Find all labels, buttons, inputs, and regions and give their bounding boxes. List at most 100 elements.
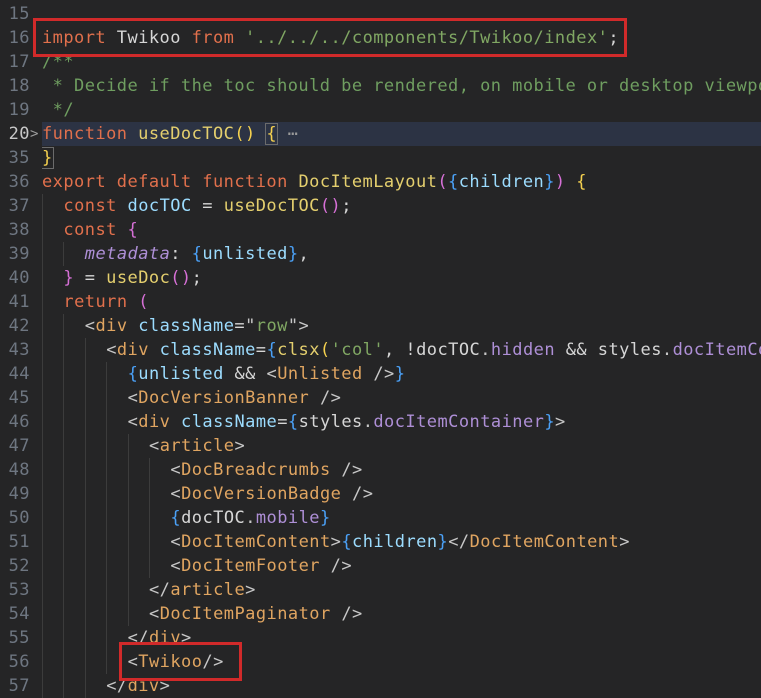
code-line-content[interactable]: */ <box>42 98 761 122</box>
code-token: DocItemFooter <box>181 556 320 576</box>
line-number[interactable]: 41 <box>0 290 30 314</box>
line-number[interactable]: 15 <box>0 2 30 26</box>
code-token: docItemCol <box>673 340 761 360</box>
code-line-content[interactable]: {docTOC.mobile} <box>42 506 761 530</box>
code-token: styles <box>299 412 363 432</box>
code-token: ⋯ <box>277 124 298 144</box>
line-number[interactable]: 20 <box>0 122 30 146</box>
code-line-content[interactable]: <article> <box>42 434 761 458</box>
code-line-content[interactable]: <DocItemFooter /> <box>42 554 761 578</box>
code-line-content[interactable]: </div> <box>42 674 761 698</box>
code-line-content[interactable]: export default function DocItemLayout({c… <box>42 170 761 194</box>
code-token: > <box>234 436 245 456</box>
code-line: 17 /** <box>0 50 761 74</box>
indent-guide <box>149 458 150 482</box>
line-number[interactable]: 43 <box>0 338 30 362</box>
code-line-content[interactable]: const { <box>42 218 761 242</box>
code-line-content[interactable]: <DocBreadcrumbs /> <box>42 458 761 482</box>
line-number[interactable]: 50 <box>0 506 30 530</box>
code-line-content[interactable]: return ( <box>42 290 761 314</box>
indent-guide <box>42 218 43 242</box>
code-token: DocVersionBadge <box>181 484 341 504</box>
code-line-content[interactable]: function useDocTOC() { ⋯ <box>42 122 761 146</box>
code-line: 47 <article> <box>0 434 761 458</box>
line-number[interactable]: 18 <box>0 74 30 98</box>
code-token: useDoc <box>106 268 170 288</box>
code-token <box>331 604 342 624</box>
line-number[interactable]: 52 <box>0 554 30 578</box>
code-line-content[interactable]: import Twikoo from '../../../components/… <box>42 26 761 50</box>
code-line-content[interactable]: <DocVersionBanner /> <box>42 386 761 410</box>
fold-chevron-icon[interactable]: > <box>30 122 39 146</box>
code-line-content[interactable]: <DocItemPaginator /> <box>42 602 761 626</box>
code-line: 46 <div className={styles.docItemContaine… <box>0 410 761 434</box>
line-number[interactable]: 42 <box>0 314 30 338</box>
code-line-content[interactable]: </article> <box>42 578 761 602</box>
line-number[interactable]: 39 <box>0 242 30 266</box>
line-number[interactable]: 38 <box>0 218 30 242</box>
code-line-content[interactable]: /** <box>42 50 761 74</box>
line-number[interactable]: 46 <box>0 410 30 434</box>
code-line-content[interactable]: {unlisted && <Unlisted />} <box>42 362 761 386</box>
code-line-content[interactable]: <div className={styles.docItemContainer}… <box>42 410 761 434</box>
line-number[interactable]: 55 <box>0 626 30 650</box>
code-token: div <box>138 412 170 432</box>
indent-guide <box>106 362 107 386</box>
code-token: < <box>106 340 117 360</box>
line-number[interactable]: 49 <box>0 482 30 506</box>
line-number[interactable]: 57 <box>0 674 30 698</box>
indent-guide <box>106 554 107 578</box>
code-token: div <box>117 340 149 360</box>
line-number[interactable]: 37 <box>0 194 30 218</box>
gutter: 49 <box>0 482 42 506</box>
line-number[interactable]: 19 <box>0 98 30 122</box>
code-token: div <box>95 316 127 336</box>
code-line-content[interactable] <box>42 2 761 26</box>
indent-guide <box>106 530 107 554</box>
code-line-content[interactable]: * Decide if the toc should be rendered, … <box>42 74 761 98</box>
code-line-content[interactable]: </div> <box>42 626 761 650</box>
line-number[interactable]: 36 <box>0 170 30 194</box>
code-line-content[interactable]: const docTOC = useDocTOC(); <box>42 194 761 218</box>
line-number[interactable]: 17 <box>0 50 30 74</box>
code-line-content[interactable]: <div className="row"> <box>42 314 761 338</box>
code-token: . <box>245 508 256 528</box>
code-token: ; <box>192 268 203 288</box>
line-number[interactable]: 51 <box>0 530 30 554</box>
indent-guide <box>63 458 64 482</box>
line-number[interactable]: 45 <box>0 386 30 410</box>
line-number[interactable]: 53 <box>0 578 30 602</box>
line-number[interactable]: 44 <box>0 362 30 386</box>
code-line-content[interactable]: } <box>42 146 761 170</box>
code-token: from <box>192 28 235 48</box>
code-editor[interactable]: 1516 import Twikoo from '../../../compone… <box>0 0 761 698</box>
code-line-content[interactable]: <Twikoo/> <box>42 650 761 674</box>
indent-guide <box>42 650 43 674</box>
code-token: = <box>192 196 224 216</box>
indent-guide <box>63 314 64 338</box>
indent-guide <box>106 482 107 506</box>
line-number[interactable]: 47 <box>0 434 30 458</box>
code-token: } <box>42 148 53 168</box>
code-line: 40 } = useDoc(); <box>0 266 761 290</box>
indent-guide <box>85 602 86 626</box>
code-line-content[interactable]: metadata: {unlisted}, <box>42 242 761 266</box>
code-line-content[interactable]: <DocItemContent>{children}</DocItemConte… <box>42 530 761 554</box>
line-number[interactable]: 40 <box>0 266 30 290</box>
code-token: () <box>170 268 191 288</box>
code-line-content[interactable]: } = useDoc(); <box>42 266 761 290</box>
code-token: { <box>288 412 299 432</box>
code-token: { <box>128 364 139 384</box>
code-line: 45 <DocVersionBanner /> <box>0 386 761 410</box>
code-token: > <box>299 316 310 336</box>
indent-guide <box>85 410 86 434</box>
line-number[interactable]: 54 <box>0 602 30 626</box>
code-token: Twikoo <box>106 28 191 48</box>
line-number[interactable]: 56 <box>0 650 30 674</box>
line-number[interactable]: 48 <box>0 458 30 482</box>
line-number[interactable]: 35 <box>0 146 30 170</box>
line-number[interactable]: 16 <box>0 26 30 50</box>
code-line-content[interactable]: <DocVersionBadge /> <box>42 482 761 506</box>
code-line-content[interactable]: <div className={clsx('col', !docTOC.hidd… <box>42 338 761 362</box>
gutter: 15 <box>0 2 42 26</box>
